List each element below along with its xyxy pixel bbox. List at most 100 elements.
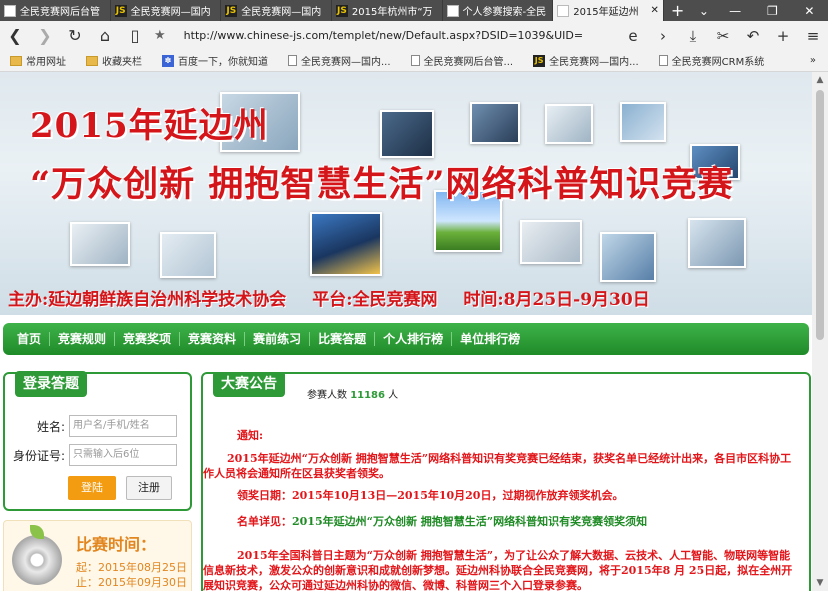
list-details-paragraph: 名单详见：2015年延边州“万众创新 拥抱智慧生活”网络科普知识有奖竞赛领奖须知 bbox=[237, 514, 647, 529]
browser-tab[interactable]: JS 2015年杭州市“万 bbox=[332, 0, 443, 21]
login-button[interactable]: 登陆 bbox=[68, 476, 116, 500]
menu-item-personal-ranking[interactable]: 个人排行榜 bbox=[375, 332, 453, 346]
favorite-item[interactable]: ✽ 百度一下，你就知道 bbox=[162, 53, 268, 68]
page-icon bbox=[557, 4, 570, 17]
browser-tab[interactable]: JS 全民竞赛网—国内 bbox=[221, 0, 332, 21]
participant-count-label: 参赛人数 bbox=[307, 390, 347, 401]
banner-platform: 平台:全民竞赛网 bbox=[312, 290, 438, 310]
tab-title: 全民竞赛网—国内 bbox=[241, 7, 322, 18]
menu-item-home[interactable]: 首页 bbox=[9, 332, 51, 346]
browser-tab-strip: 全民竞赛网后台管 JS 全民竞赛网—国内 JS 全民竞赛网—国内 JS 2015年杭州… bbox=[0, 0, 828, 21]
award-notice-link[interactable]: 2015年延边州“万众创新 拥抱智慧生活”网络科普知识有奖竞赛领奖须知 bbox=[292, 515, 647, 528]
vertical-scrollbar[interactable]: ▲ ▼ bbox=[812, 72, 828, 591]
favorite-label: 收藏夹栏 bbox=[102, 57, 142, 68]
ie-icon[interactable]: e bbox=[618, 27, 648, 45]
download-icon[interactable]: ⤓ bbox=[678, 27, 708, 45]
menu-item-materials[interactable]: 竞赛资料 bbox=[180, 332, 246, 346]
favorite-star-icon[interactable]: ★ bbox=[154, 28, 166, 43]
menu-item-unit-ranking[interactable]: 单位排行榜 bbox=[452, 332, 528, 346]
banner-photo bbox=[688, 218, 746, 268]
menu-item-answer[interactable]: 比赛答题 bbox=[310, 332, 376, 346]
favorite-item[interactable]: 全民竞赛网—国内... bbox=[288, 53, 391, 68]
favorite-item[interactable]: 全民竞赛网CRM系统 bbox=[658, 53, 765, 68]
menu-icon[interactable]: ≡ bbox=[798, 27, 828, 45]
back-icon[interactable]: ❮ bbox=[0, 26, 30, 45]
favorite-item[interactable]: 收藏夹栏 bbox=[86, 53, 142, 68]
new-tab-button[interactable]: + bbox=[664, 0, 691, 21]
nav-right-tools: e › ⤓ ✂ ↶ + ≡ bbox=[618, 27, 828, 45]
name-input[interactable]: 用户名/手机/姓名 bbox=[69, 415, 177, 437]
notice-paragraph: 2015年延边州“万众创新 拥抱智慧生活”网络科普知识有奖竞赛已经结束，获奖名单… bbox=[203, 452, 792, 480]
browser-tab-active[interactable]: 2015年延边州 ✕ bbox=[553, 0, 664, 21]
page-icon bbox=[4, 4, 16, 17]
ie-arrow-icon[interactable]: › bbox=[648, 27, 678, 45]
restore-icon[interactable]: ❐ bbox=[754, 0, 791, 21]
scroll-thumb[interactable] bbox=[816, 90, 824, 340]
home-icon[interactable]: ⌂ bbox=[90, 26, 120, 45]
menu-item-practice[interactable]: 赛前练习 bbox=[245, 332, 311, 346]
name-row: 姓名: 用户名/手机/姓名 bbox=[9, 415, 177, 437]
favorites-bar: 常用网址 收藏夹栏 ✽ 百度一下，你就知道 全民竞赛网—国内... 全民竞赛网后台… bbox=[0, 50, 828, 72]
banner-slogan: “万众创新 拥抱智慧生活”网络科普知识竞赛 bbox=[30, 164, 734, 205]
scroll-up-icon[interactable]: ▲ bbox=[812, 72, 828, 88]
browser-nav-bar: ❮ ❯ ↻ ⌂ ▯ ★ http://www.chinese-js.com/te… bbox=[0, 21, 828, 50]
login-panel: 登录答题 姓名: 用户名/手机/姓名 身份证号: 只需输入后6位 登陆 注册 bbox=[3, 371, 192, 511]
participant-count-value: 11186 bbox=[350, 390, 385, 401]
banner-photo bbox=[520, 220, 582, 264]
js-icon: JS bbox=[533, 54, 546, 67]
browser-tab[interactable]: 个人参赛搜索-全民 bbox=[443, 0, 554, 21]
banner-photo bbox=[70, 222, 130, 266]
favorite-label: 全民竞赛网—国内... bbox=[549, 57, 639, 68]
favorite-label: 全民竞赛网CRM系统 bbox=[671, 57, 765, 68]
minimize-icon[interactable]: — bbox=[717, 0, 754, 21]
reading-view-icon[interactable]: ▯ bbox=[120, 26, 150, 45]
announcement-title: 大赛公告 bbox=[213, 374, 285, 397]
banner-photo bbox=[310, 212, 382, 276]
folder-icon bbox=[10, 55, 22, 66]
browser-tab[interactable]: 全民竞赛网后台管 bbox=[0, 0, 111, 21]
banner-host-line: 主办:延边朝鲜族自治州科学技术协会 平台:全民竞赛网 时间:8月25日-9月30… bbox=[8, 285, 670, 310]
favorite-item[interactable]: 常用网址 bbox=[10, 53, 66, 68]
id-number-input[interactable]: 只需输入后6位 bbox=[69, 444, 177, 466]
close-tab-icon[interactable]: ✕ bbox=[647, 5, 658, 16]
forward-icon[interactable]: ❯ bbox=[30, 26, 60, 45]
tab-title: 2015年杭州市“万 bbox=[351, 7, 433, 18]
name-label: 姓名: bbox=[36, 419, 65, 434]
tab-title: 全民竞赛网—国内 bbox=[130, 7, 211, 18]
time-panel-title: 比赛时间： bbox=[76, 535, 157, 554]
baidu-icon: ✽ bbox=[162, 54, 174, 67]
award-date-paragraph: 领奖日期：2015年10月13日—2015年10月20日，过期视作放弃领奖机会。 bbox=[237, 489, 624, 502]
add-icon[interactable]: + bbox=[768, 27, 798, 45]
tab-list-chevron-icon[interactable]: ⌄ bbox=[691, 0, 716, 21]
main-menu: 首页 竞赛规则 竞赛奖项 竞赛资料 赛前练习 比赛答题 个人排行榜 单位排行榜 bbox=[3, 323, 809, 355]
undo-icon[interactable]: ↶ bbox=[738, 27, 768, 45]
page-icon bbox=[288, 55, 297, 66]
scissors-icon[interactable]: ✂ bbox=[708, 27, 738, 45]
menu-item-rules[interactable]: 竞赛规则 bbox=[50, 332, 116, 346]
js-icon: JS bbox=[225, 4, 238, 17]
banner-year-title: 2015年延边州 bbox=[30, 106, 269, 146]
tab-title: 2015年延边州 bbox=[573, 7, 639, 18]
address-bar[interactable]: http://www.chinese-js.com/templet/new/De… bbox=[184, 29, 584, 42]
intro-paragraph: 2015年全国科普日主题为“万众创新 拥抱智慧生活”，为了让公众了解大数据、云技… bbox=[203, 549, 793, 591]
window-close-icon[interactable]: ✕ bbox=[791, 0, 828, 21]
folder-icon bbox=[86, 55, 98, 66]
favorite-item[interactable]: 全民竞赛网后台管... bbox=[410, 53, 514, 68]
page-icon bbox=[446, 4, 459, 17]
favorite-label: 全民竞赛网后台管... bbox=[423, 57, 514, 68]
page-icon bbox=[410, 55, 420, 66]
scroll-down-icon[interactable]: ▼ bbox=[812, 575, 828, 591]
register-button[interactable]: 注册 bbox=[126, 476, 172, 500]
browser-tab[interactable]: JS 全民竞赛网—国内 bbox=[111, 0, 222, 21]
js-icon: JS bbox=[114, 4, 127, 17]
banner-photo bbox=[160, 232, 216, 278]
menu-item-awards[interactable]: 竞赛奖项 bbox=[115, 332, 181, 346]
login-panel-title: 登录答题 bbox=[15, 371, 87, 397]
favorite-item[interactable]: JS 全民竞赛网—国内... bbox=[533, 53, 639, 68]
page-icon bbox=[658, 55, 668, 66]
cd-icon bbox=[12, 535, 62, 585]
banner-photo bbox=[470, 102, 520, 144]
favorites-more-icon[interactable]: » bbox=[810, 55, 816, 66]
notice-label: 通知: bbox=[237, 429, 264, 442]
refresh-icon[interactable]: ↻ bbox=[60, 26, 90, 45]
